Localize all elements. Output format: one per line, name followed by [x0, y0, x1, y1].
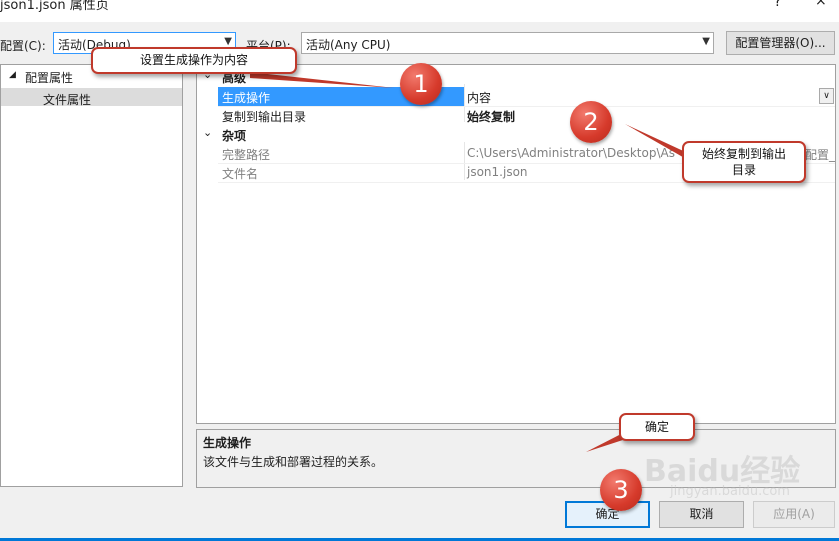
annotation-callout-2: 始终复制到输出目录 — [682, 141, 806, 183]
annotation-callout-3: 确定 — [619, 413, 695, 441]
annotation-callout-2-text: 始终复制到输出目录 — [701, 147, 786, 177]
annotation-badge-1: 1 — [400, 63, 442, 105]
annotation-badge-2: 2 — [570, 101, 612, 143]
annotation-badge-3: 3 — [600, 469, 642, 511]
arrow-1 — [250, 72, 395, 88]
baidu-watermark: Baidu经验 jingyan.baidu.com — [640, 444, 835, 504]
annotation-callout-1: 设置生成操作为内容 — [91, 47, 297, 74]
watermark-url: jingyan.baidu.com — [670, 484, 790, 499]
